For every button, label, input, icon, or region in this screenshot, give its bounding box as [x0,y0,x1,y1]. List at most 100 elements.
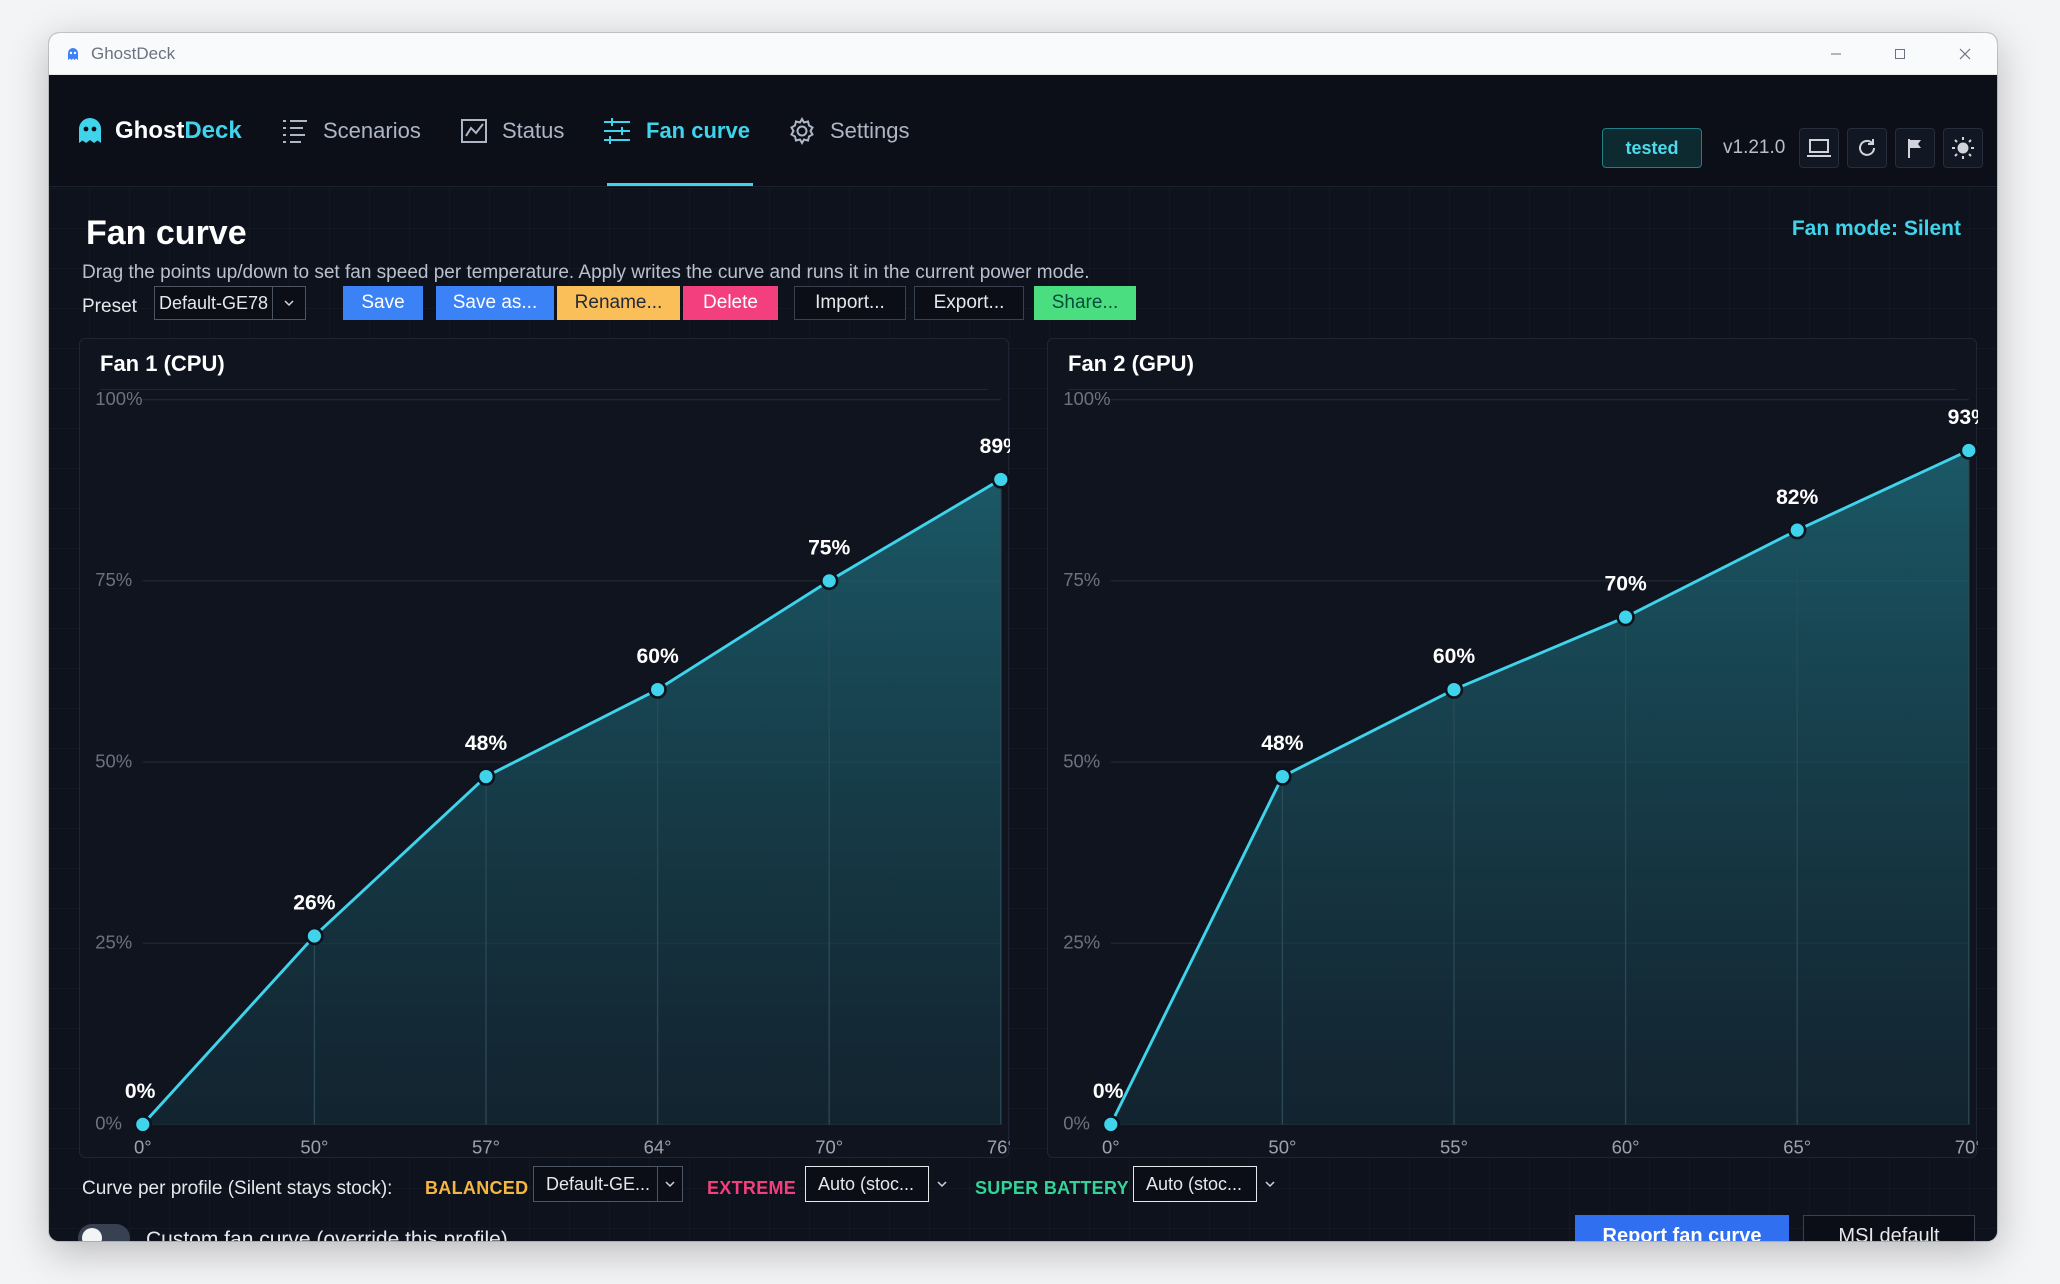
laptop-button[interactable] [1799,128,1839,168]
curve-point[interactable] [1101,1115,1121,1134]
minimize-button[interactable] [1804,33,1868,75]
point-value-label: 26% [293,892,335,915]
x-tick-label: 57° [472,1136,500,1157]
curve-point[interactable] [991,470,1010,489]
chart-icon [461,119,487,143]
toggle-knob [82,1228,102,1241]
x-tick-label: 70° [1955,1136,1978,1157]
share-button[interactable]: Share... [1034,286,1136,320]
super-battery-value: Auto (stoc... [1133,1166,1257,1202]
app-ghost-icon [68,47,78,60]
balanced-select[interactable]: Default-GE... [533,1166,683,1202]
close-button[interactable] [1933,33,1997,75]
theme-button[interactable] [1943,128,1983,168]
fan1-chart[interactable]: 0% 25% 50% 75% 100% 0% 26% 48% 60% 75% 89% 0° 50° 57°… [80,339,1010,1159]
curve-point[interactable] [1616,607,1635,627]
x-tick-label: 50° [1268,1136,1296,1157]
super-battery-select[interactable]: Auto (stoc... [1133,1166,1283,1202]
nav-settings[interactable]: Settings [788,75,910,187]
fan2-chart[interactable]: 0% 25% 50% 75% 100% 0% 48% 60% 70% 82% 93% 0° 50° 55°… [1048,339,1978,1159]
import-button[interactable]: Import... [794,286,906,320]
nav-label: Status [502,118,565,143]
nav-label: Fan curve [646,118,750,143]
curve-point[interactable] [476,767,496,786]
chevron-down-icon [1257,1180,1283,1188]
y-tick-label: 100% [95,388,142,409]
point-value-label: 48% [465,732,507,755]
y-tick-label: 100% [1063,388,1110,409]
preset-value: Default-GE78 [155,287,273,319]
y-tick-label: 75% [95,569,132,590]
fan2-panel: Fan 2 (GPU) 0% 25% 50% 75% 100% 0% 48% 60% 70% 82… [1047,338,1978,1159]
nav-label: Scenarios [323,118,421,143]
save-as-button[interactable]: Save as... [436,286,554,320]
refresh-button[interactable] [1847,128,1887,168]
curve-per-profile-label: Curve per profile (Silent stays stock): [82,1178,393,1199]
y-tick-label: 50% [1063,750,1100,771]
x-tick-label: 0° [1102,1136,1120,1157]
curve-point[interactable] [305,926,324,946]
minimize-icon [1831,53,1841,55]
custom-curve-toggle[interactable] [78,1224,130,1241]
custom-curve-label: Custom fan curve (override this profile) [146,1228,508,1241]
y-tick-label: 25% [95,932,132,953]
page-title: Fan curve [86,214,247,252]
tested-badge: tested [1602,128,1702,168]
x-tick-label: 55° [1440,1136,1468,1157]
x-tick-label: 60° [1612,1136,1640,1157]
balanced-label: BALANCED [425,1178,529,1198]
y-tick-label: 0% [1063,1113,1090,1134]
point-value-label: 60% [1433,645,1475,668]
fan1-panel: Fan 1 (CPU) 0% 25% 50% 75% 100% 0% 26% 48% 60% 75… [79,338,1010,1159]
close-icon [1959,48,1971,60]
point-value-label: 89% [980,435,1010,458]
y-tick-label: 75% [1063,569,1100,590]
x-tick-label: 76° [987,1136,1010,1157]
brand-logo: GhostDeck [77,117,242,145]
flag-button[interactable] [1895,128,1935,168]
point-value-label: 60% [636,645,678,668]
curve-point[interactable] [1444,680,1464,699]
sun-icon [1952,137,1974,159]
brand-name-part2: Deck [184,117,242,144]
balanced-value: Default-GE... [534,1167,658,1201]
export-button[interactable]: Export... [914,286,1024,320]
chevron-down-icon [273,299,305,307]
page-description: Drag the points up/down to set fan speed… [82,262,1090,283]
curve-point[interactable] [648,680,667,699]
extreme-label: EXTREME [707,1178,797,1198]
chevron-down-icon [658,1180,682,1188]
maximize-button[interactable] [1868,33,1932,75]
curve-area [1110,450,1969,1125]
msi-default-button[interactable]: MSI default [1803,1215,1975,1241]
nav-scenarios[interactable]: Scenarios [281,75,421,187]
curve-point[interactable] [1959,441,1978,460]
curve-point[interactable] [819,571,839,591]
y-tick-label: 25% [1063,932,1100,953]
x-tick-label: 50° [300,1136,328,1157]
app-header: GhostDeck Scenarios Status Fan curve Set… [49,75,1997,187]
save-button[interactable]: Save [343,286,423,320]
point-value-label: 0% [1093,1080,1124,1103]
list-icon [283,120,307,143]
curve-area [142,479,1001,1125]
chart-plot-group: 0% 25% 50% 75% 100% 0% 26% 48% 60% 75% 89% 0° 50° 57°… [95,388,1010,1157]
delete-button[interactable]: Delete [683,286,778,320]
rename-button[interactable]: Rename... [557,286,680,320]
nav-status[interactable]: Status [460,75,564,187]
ghost-logo-icon [79,118,101,143]
nav-label: Settings [830,118,910,143]
x-tick-label: 0° [134,1136,152,1157]
preset-select[interactable]: Default-GE78 [154,286,306,320]
maximize-icon [1895,49,1905,59]
curve-point[interactable] [133,1115,153,1134]
extreme-select[interactable]: Auto (stoc... [805,1166,955,1202]
curve-point[interactable] [1787,520,1807,540]
sliders-icon [604,118,630,144]
curve-point[interactable] [1273,767,1292,786]
point-value-label: 70% [1604,573,1646,596]
chevron-down-icon [929,1180,955,1188]
app-window: GhostDeck GhostDeck Scenarios Status Fan… [49,33,1997,1241]
nav-fan-curve[interactable]: Fan curve [602,75,750,187]
report-fan-curve-button[interactable]: Report fan curve [1575,1215,1789,1241]
